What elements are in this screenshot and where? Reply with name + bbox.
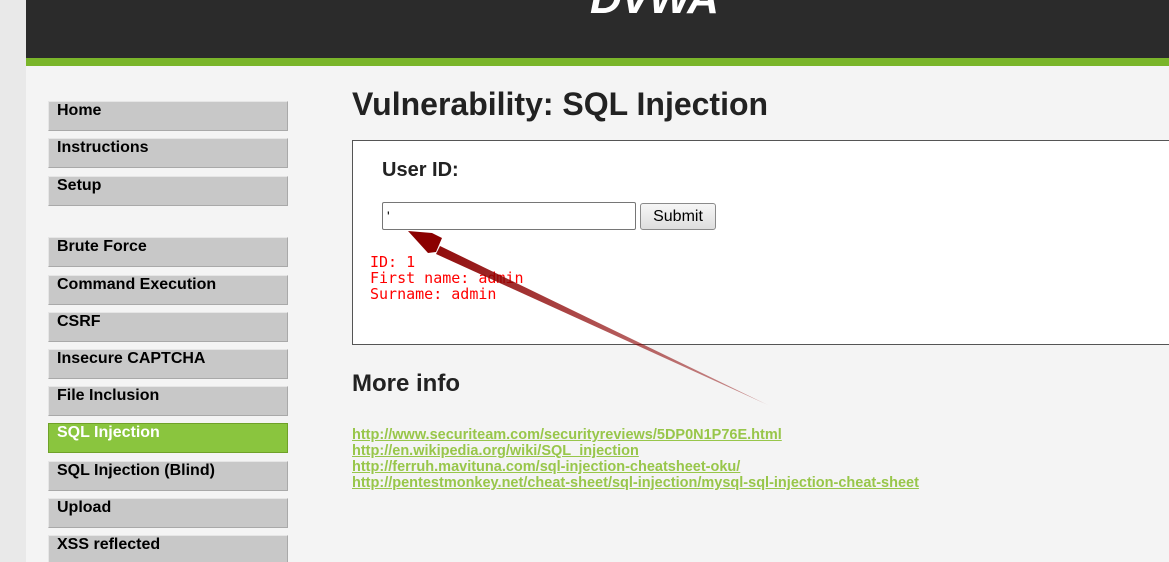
- query-result: ID: 1 First name: admin Surname: admin: [370, 254, 524, 302]
- sidebar-item-xss-reflected[interactable]: XSS reflected: [48, 535, 288, 562]
- sidebar-item-instructions[interactable]: Instructions: [48, 138, 288, 168]
- sidebar-item-file-inclusion[interactable]: File Inclusion: [48, 386, 288, 416]
- sidebar-item-brute-force[interactable]: Brute Force: [48, 237, 288, 267]
- sidebar-item-setup[interactable]: Setup: [48, 176, 288, 206]
- sidebar-item-command-execution[interactable]: Command Execution: [48, 275, 288, 305]
- more-info-links: http://www.securiteam.com/securityreview…: [352, 427, 919, 491]
- sidebar-item-upload[interactable]: Upload: [48, 498, 288, 528]
- sidebar-item-csrf[interactable]: CSRF: [48, 312, 288, 342]
- logo-text: DVWA: [590, 0, 719, 24]
- info-link-pentestmonkey[interactable]: http://pentestmonkey.net/cheat-sheet/sql…: [352, 475, 919, 491]
- result-id: ID: 1: [370, 253, 416, 271]
- result-surname: Surname: admin: [370, 285, 497, 303]
- vulnerable-code-area: User ID: Submit ID: 1First name: adminSu…: [352, 140, 1169, 345]
- sidebar-item-sql-injection-blind[interactable]: SQL Injection (Blind): [48, 461, 288, 491]
- info-link-securiteam[interactable]: http://www.securiteam.com/securityreview…: [352, 427, 919, 443]
- header: DVWA: [26, 0, 1169, 66]
- user-id-label: User ID:: [382, 159, 459, 181]
- info-link-ferruh[interactable]: http://ferruh.mavituna.com/sql-injection…: [352, 459, 919, 475]
- more-info-heading: More info: [352, 370, 460, 397]
- page: DVWA Home Instructions Setup Brute Force…: [0, 0, 1169, 562]
- result-first-name: First name: admin: [370, 269, 524, 287]
- sidebar-item-insecure-captcha[interactable]: Insecure CAPTCHA: [48, 349, 288, 379]
- dvwa-container: DVWA Home Instructions Setup Brute Force…: [26, 0, 1169, 562]
- info-link-wikipedia[interactable]: http://en.wikipedia.org/wiki/SQL_injecti…: [352, 443, 919, 459]
- sidebar-item-home[interactable]: Home: [48, 101, 288, 131]
- dvwa-logo: DVWA: [574, 0, 734, 50]
- submit-button[interactable]: Submit: [640, 203, 716, 230]
- user-id-input[interactable]: [382, 202, 636, 230]
- sidebar-item-sql-injection[interactable]: SQL Injection: [48, 423, 288, 453]
- page-title: Vulnerability: SQL Injection: [352, 86, 769, 122]
